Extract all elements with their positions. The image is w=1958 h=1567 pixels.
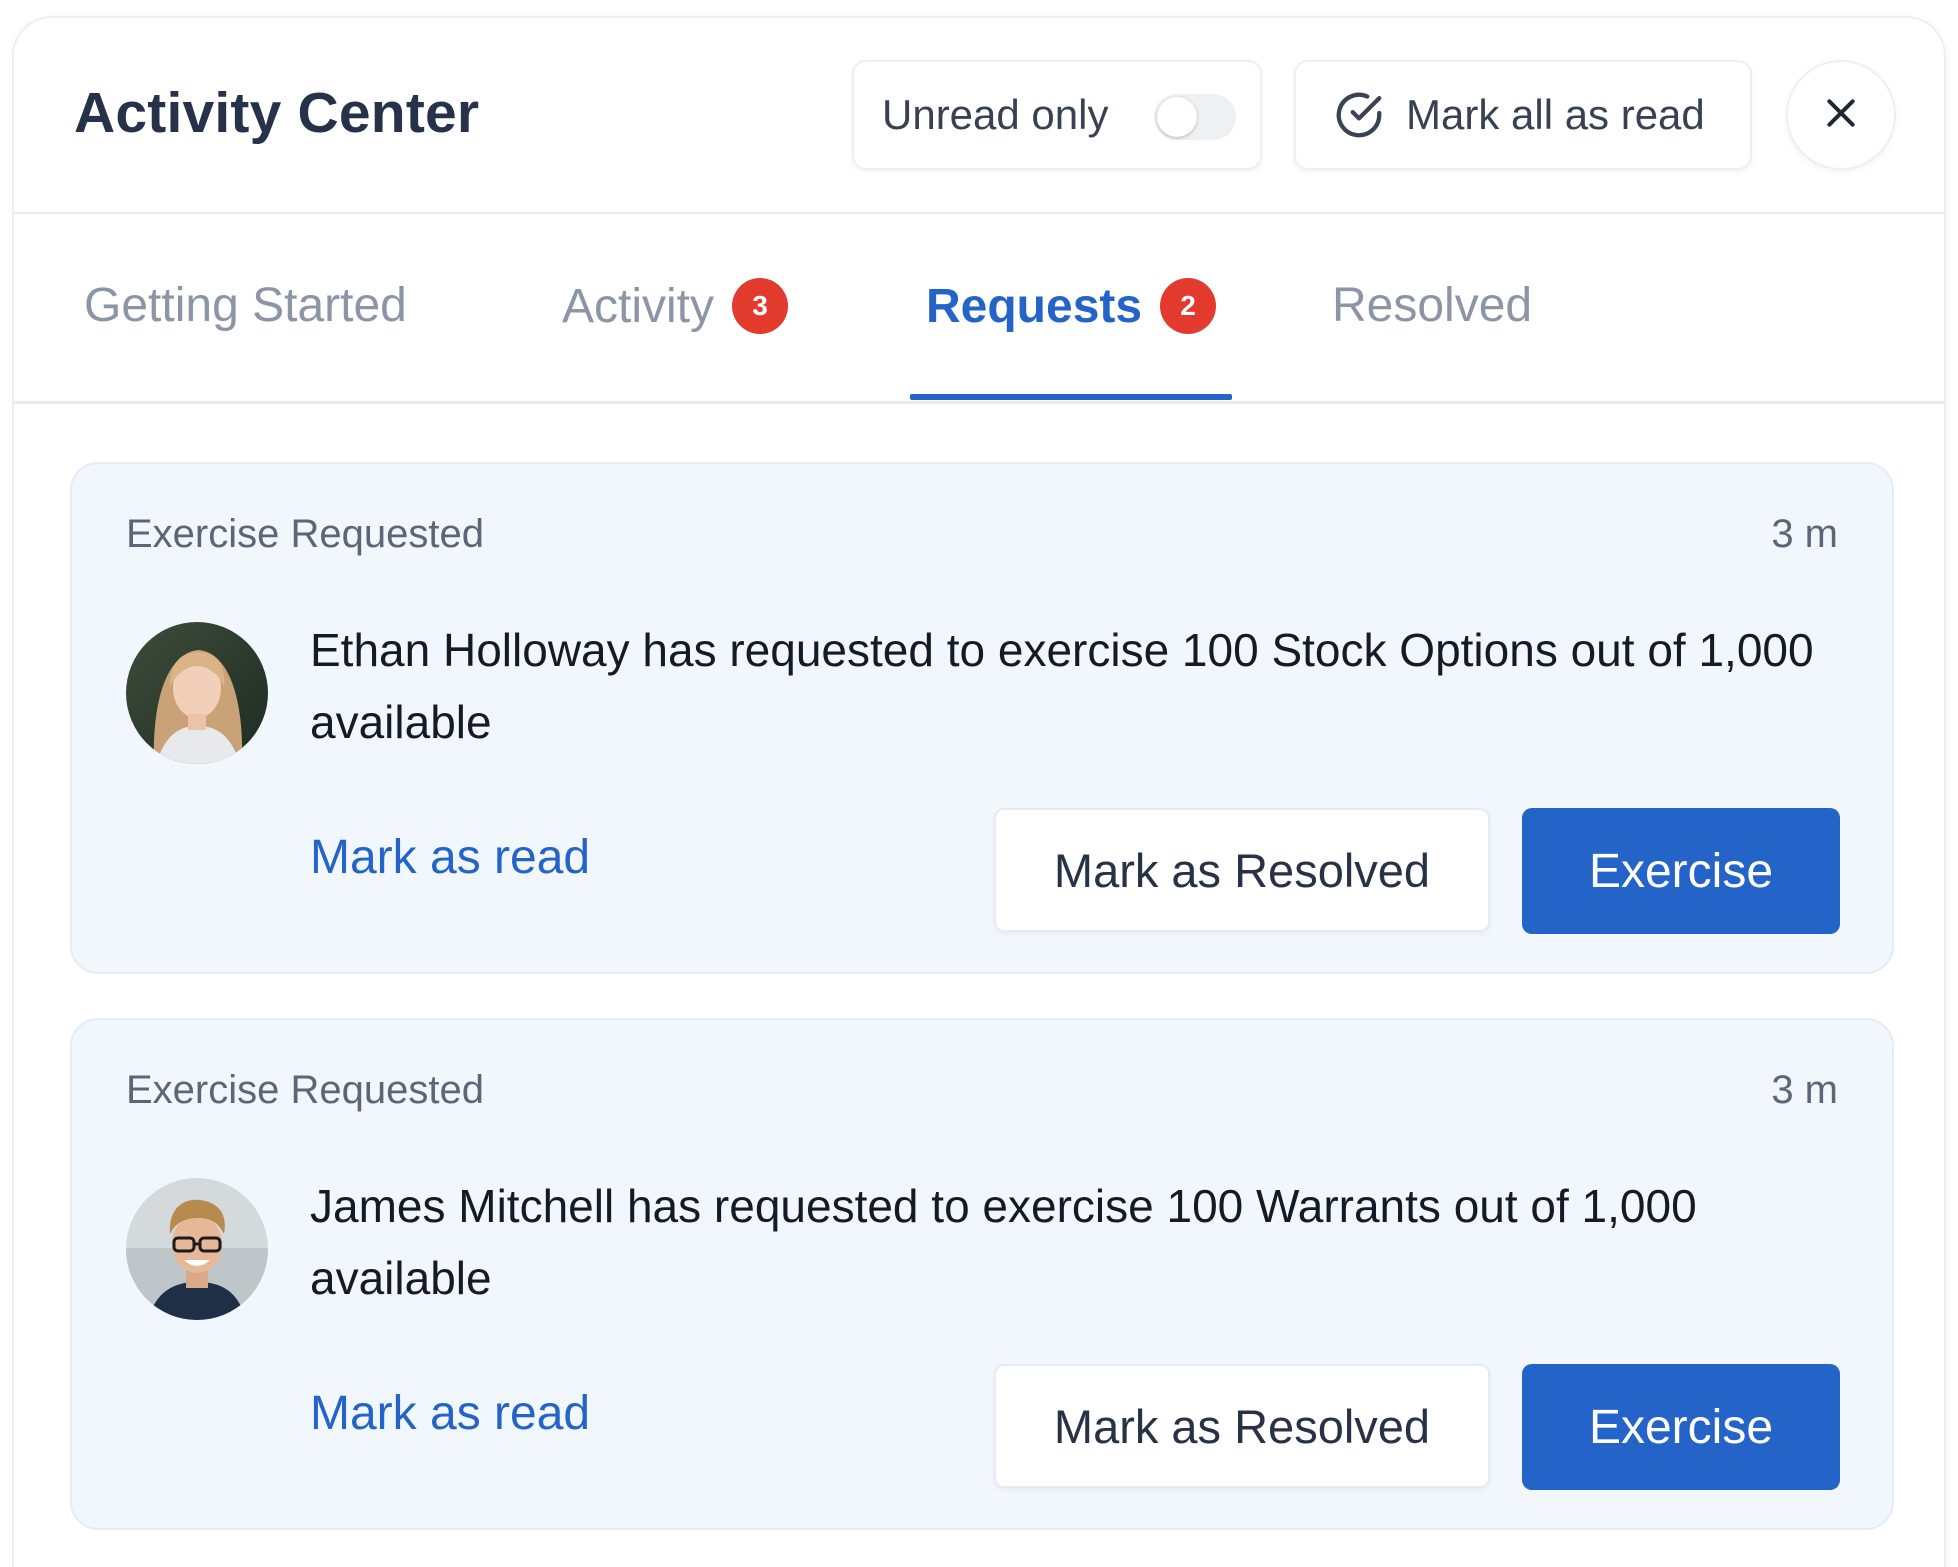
mark-as-read-link[interactable]: Mark as read bbox=[310, 1386, 590, 1441]
request-card: Exercise Requested 3 m Ethan Holloway ha… bbox=[70, 462, 1894, 974]
request-card: Exercise Requested 3 m James Mitchell ha… bbox=[70, 1018, 1894, 1530]
request-type: Exercise Requested bbox=[126, 1068, 484, 1112]
tab-label: Getting Started bbox=[84, 279, 407, 332]
tab-label: Activity bbox=[562, 279, 715, 333]
close-icon bbox=[1821, 93, 1861, 138]
mark-as-resolved-button[interactable]: Mark as Resolved bbox=[994, 1364, 1490, 1488]
request-time: 3 m bbox=[1771, 1068, 1838, 1112]
unread-only-switch[interactable] bbox=[1154, 94, 1236, 140]
unread-only-label: Unread only bbox=[882, 91, 1109, 138]
close-button[interactable] bbox=[1786, 60, 1896, 170]
tab-resolved[interactable]: Resolved bbox=[1332, 278, 1532, 333]
tab-label: Resolved bbox=[1332, 279, 1533, 332]
tab-activity[interactable]: Activity 3 bbox=[562, 278, 789, 334]
panel-header: Activity Center Unread only Mark all as … bbox=[14, 18, 1944, 214]
check-circle-icon bbox=[1332, 88, 1386, 142]
request-type: Exercise Requested bbox=[126, 512, 484, 556]
active-tab-indicator bbox=[910, 394, 1232, 400]
tab-requests[interactable]: Requests 2 bbox=[926, 278, 1217, 334]
count-badge: 3 bbox=[732, 278, 789, 334]
switch-knob bbox=[1157, 97, 1197, 137]
mark-all-label: Mark all as read bbox=[1406, 91, 1705, 138]
tab-getting-started[interactable]: Getting Started bbox=[84, 278, 407, 333]
request-message: James Mitchell has requested to exercise… bbox=[310, 1180, 1697, 1304]
mark-as-read-link[interactable]: Mark as read bbox=[310, 830, 590, 885]
mark-as-resolved-button[interactable]: Mark as Resolved bbox=[994, 808, 1490, 932]
count-badge: 2 bbox=[1160, 278, 1217, 334]
unread-only-toggle-control[interactable]: Unread only bbox=[852, 60, 1262, 170]
request-time: 3 m bbox=[1771, 512, 1838, 556]
avatar bbox=[126, 622, 268, 764]
activity-center-panel: Activity Center Unread only Mark all as … bbox=[12, 16, 1946, 1567]
avatar bbox=[126, 1178, 268, 1320]
exercise-button[interactable]: Exercise bbox=[1522, 808, 1840, 934]
tab-label: Requests bbox=[926, 279, 1143, 333]
mark-all-as-read-button[interactable]: Mark all as read bbox=[1294, 60, 1752, 170]
tab-bar: Getting Started Activity 3 Requests 2 Re… bbox=[14, 214, 1944, 404]
request-message: Ethan Holloway has requested to exercise… bbox=[310, 624, 1814, 748]
exercise-button[interactable]: Exercise bbox=[1522, 1364, 1840, 1490]
page-title: Activity Center bbox=[74, 81, 480, 145]
